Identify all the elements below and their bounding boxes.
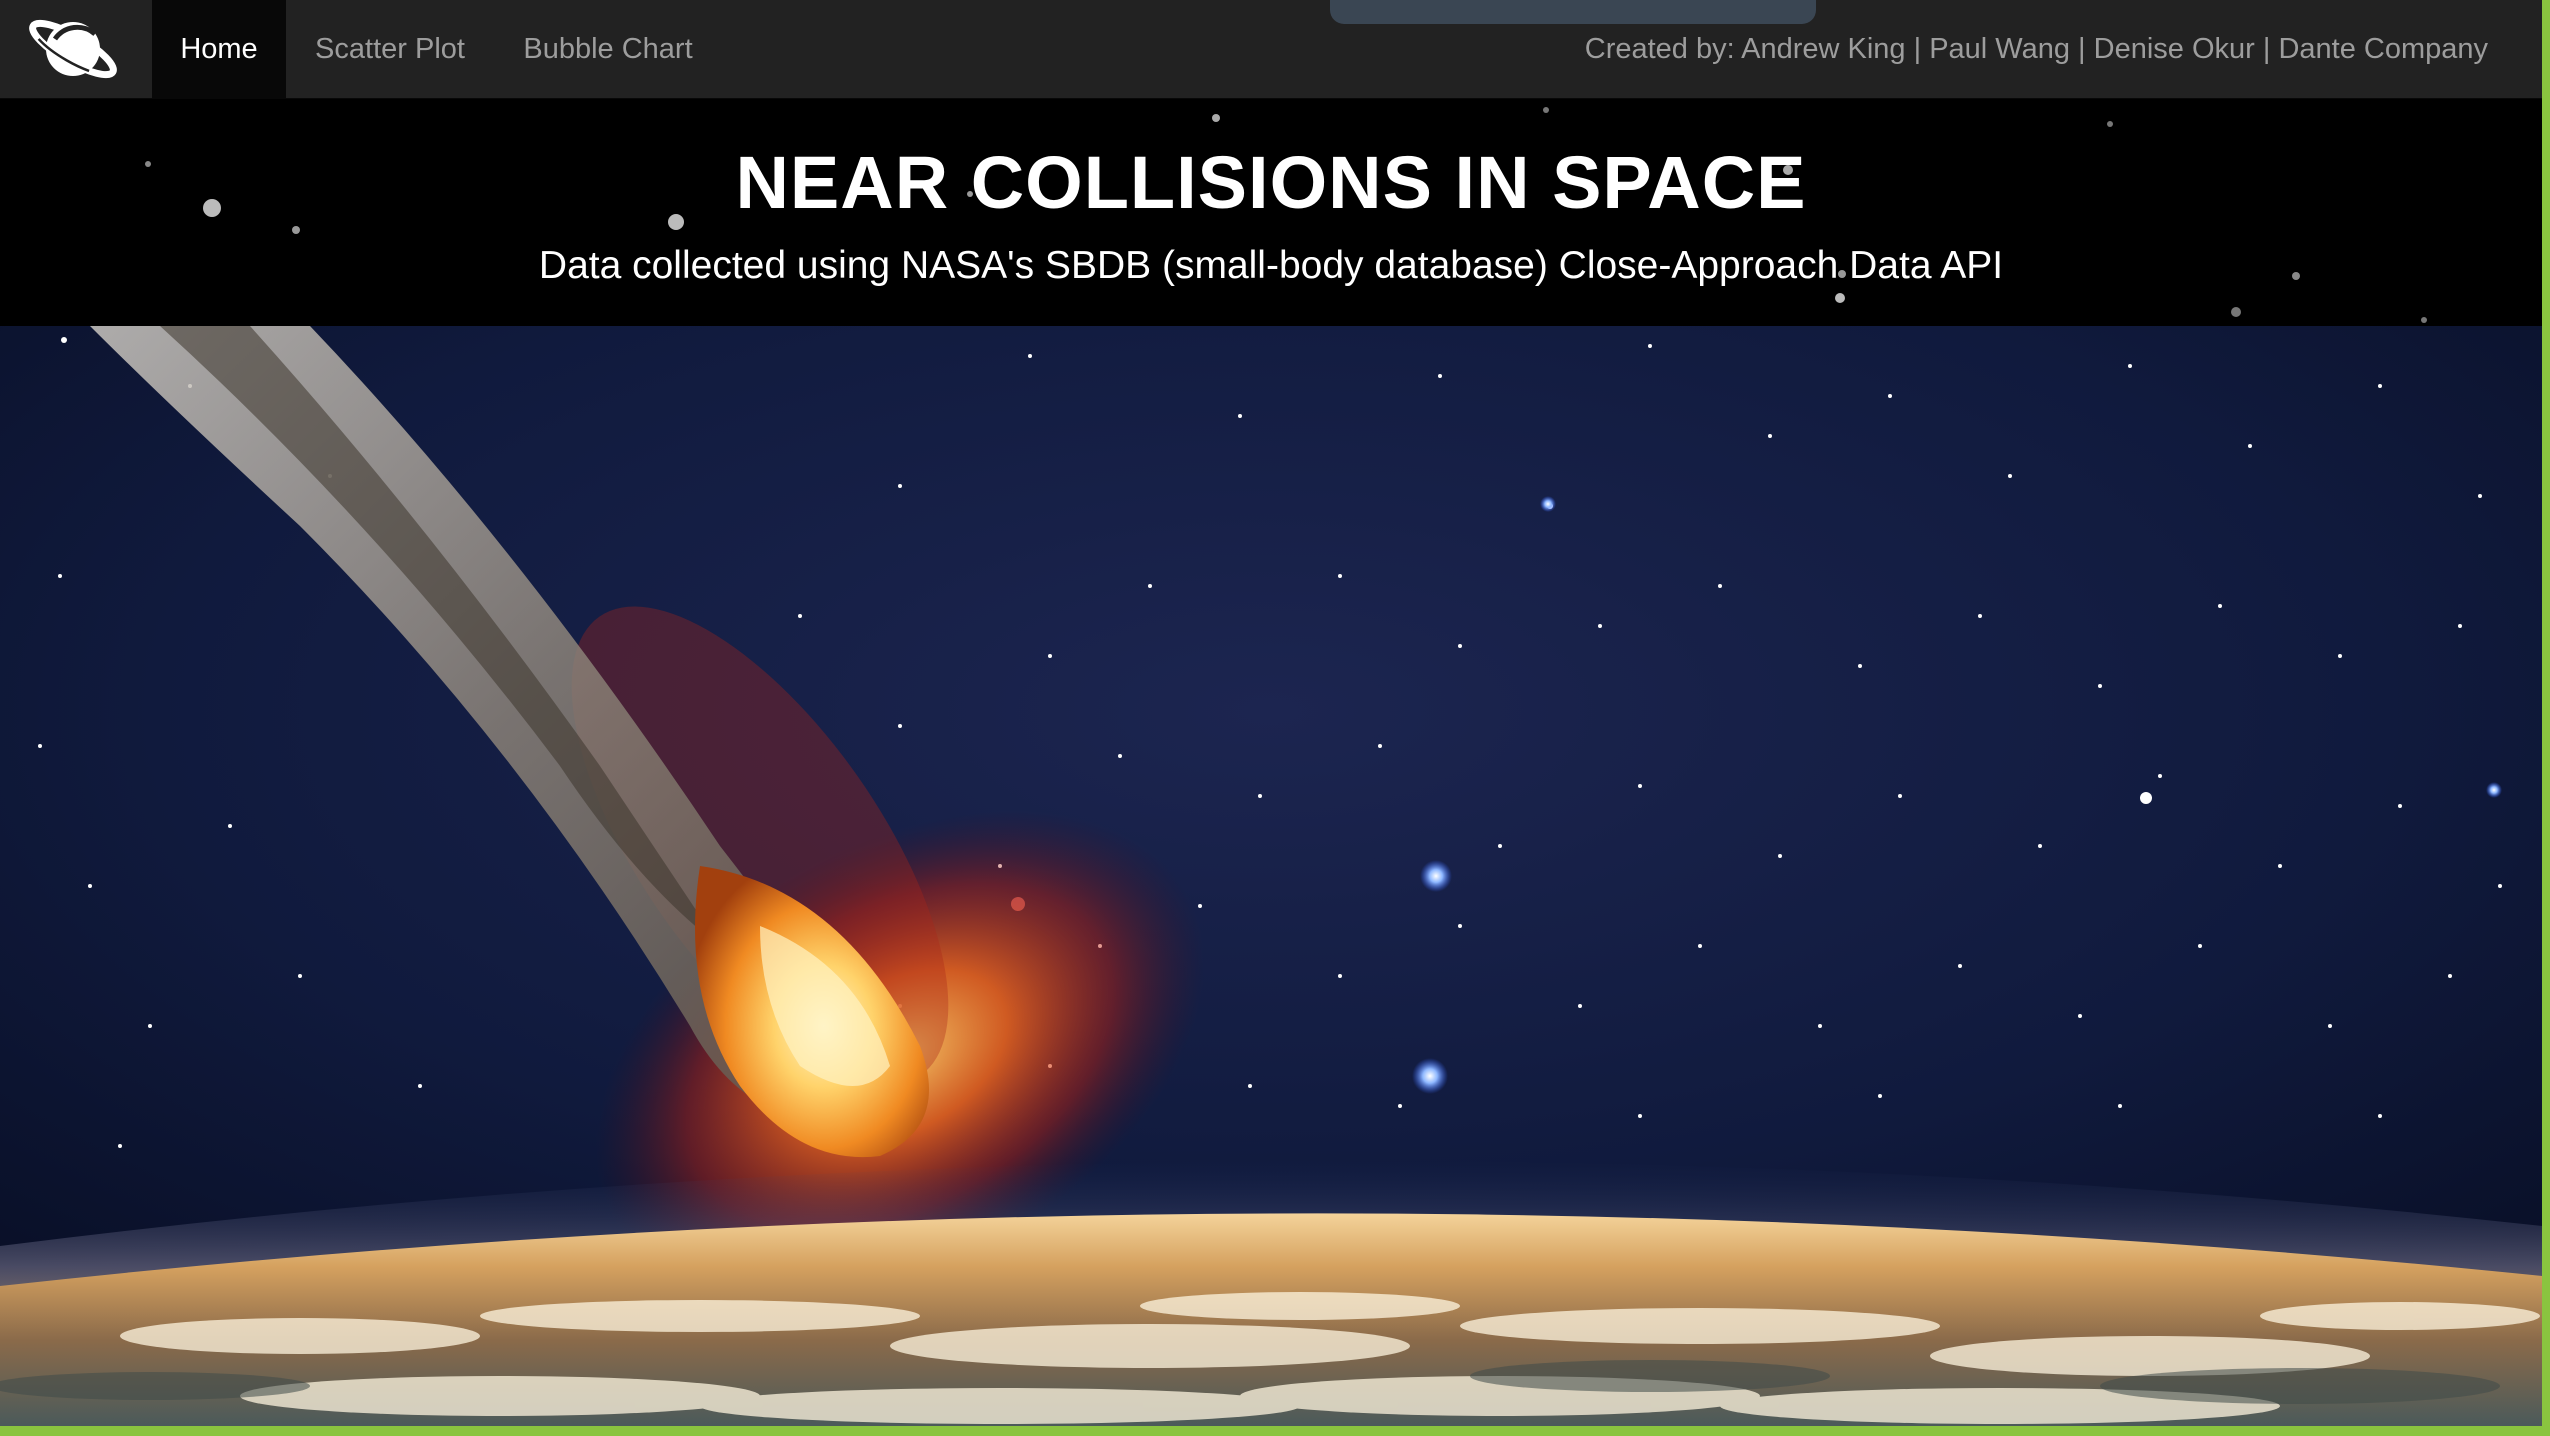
brand-logo-link[interactable]	[20, 0, 130, 98]
page: Home Scatter Plot Bubble Chart Created b…	[0, 0, 2550, 1436]
window-border-bottom	[0, 1426, 2550, 1436]
planet-saturn-icon	[29, 19, 117, 79]
overlay-tooltip-tab	[1330, 0, 1816, 24]
page-subtitle: Data collected using NASA's SBDB (small-…	[538, 244, 2004, 287]
nav-scatter-plot[interactable]: Scatter Plot	[286, 0, 494, 98]
window-border-right	[2542, 0, 2550, 1436]
nav-bubble-chart[interactable]: Bubble Chart	[494, 0, 722, 98]
page-title: NEAR COLLISIONS IN SPACE	[735, 141, 1807, 224]
nav-home[interactable]: Home	[152, 0, 286, 98]
top-navbar: Home Scatter Plot Bubble Chart Created b…	[0, 0, 2542, 99]
meteor-earth-illustration	[0, 326, 2542, 1426]
jumbotron-header: NEAR COLLISIONS IN SPACE Data collected …	[0, 98, 2542, 326]
hero-image	[0, 326, 2542, 1426]
